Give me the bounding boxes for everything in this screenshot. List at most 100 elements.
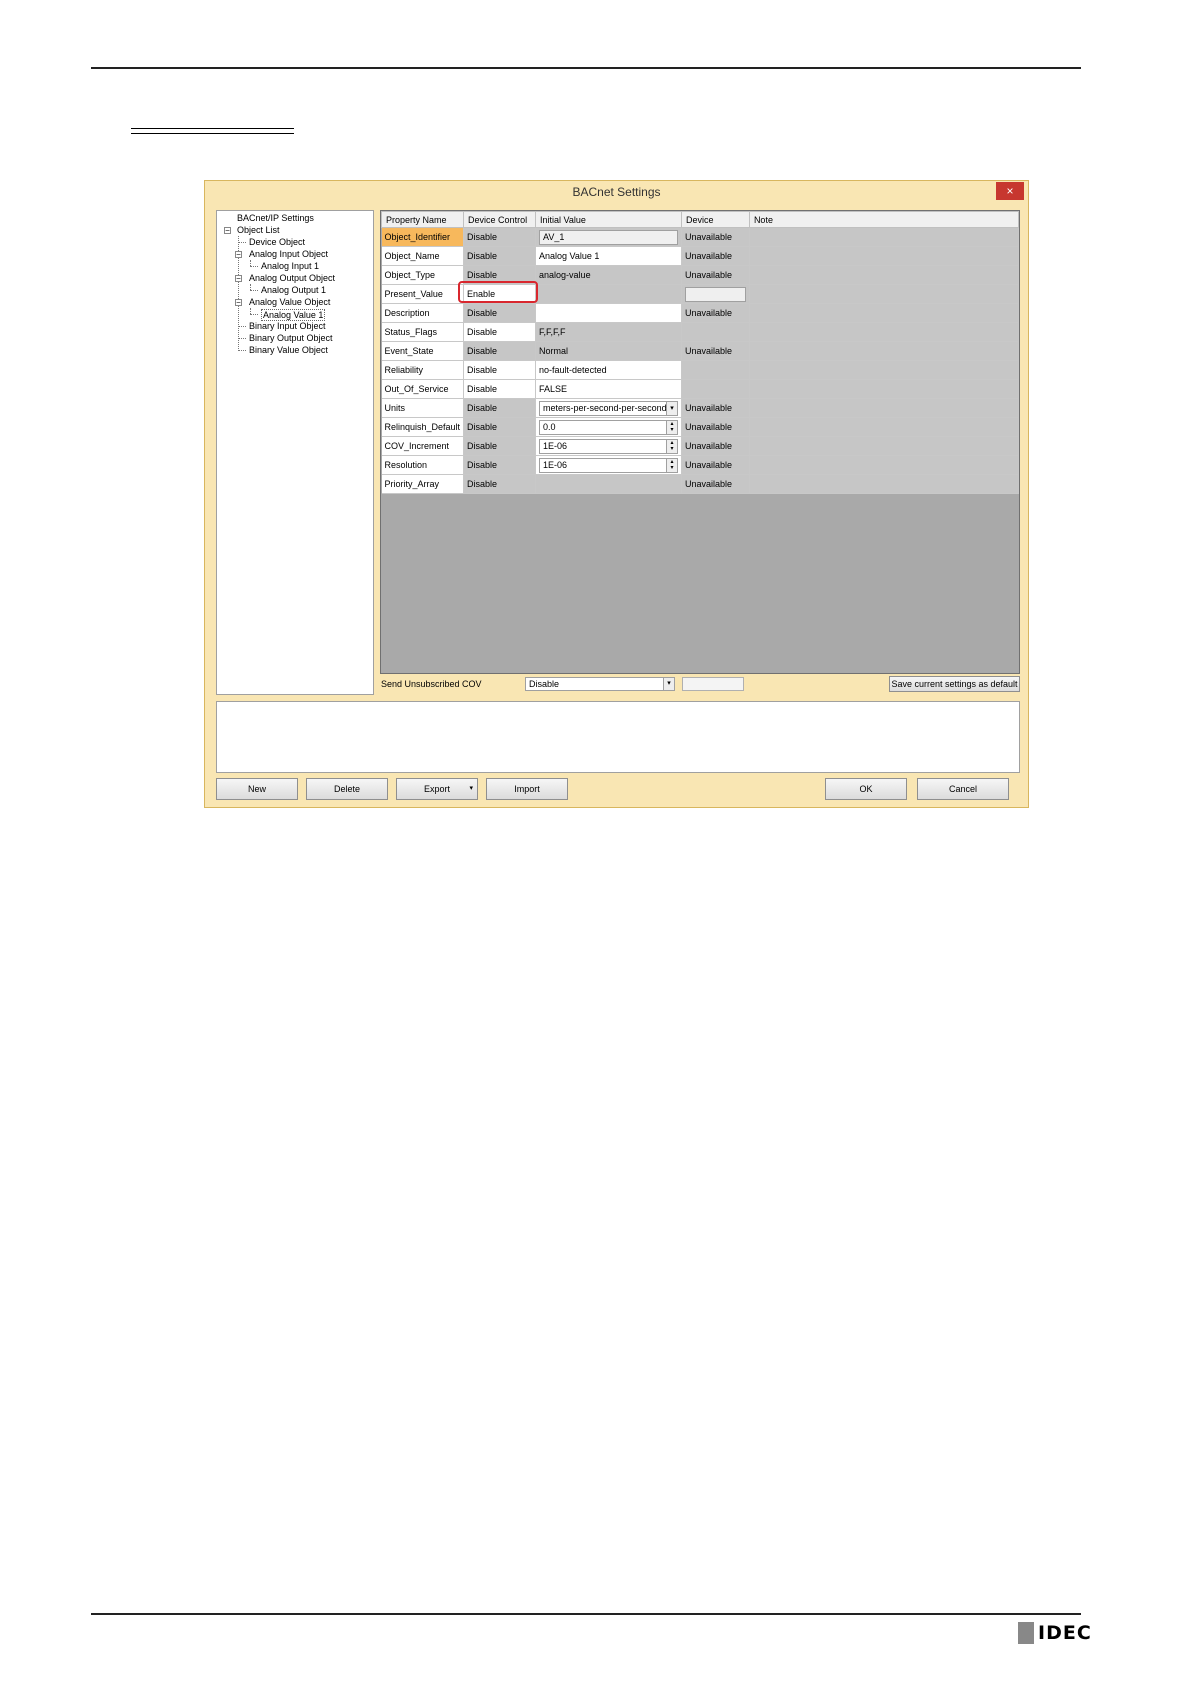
device-control-cell[interactable]: Disable [463,322,537,342]
device-control-cell[interactable]: Disable [463,455,537,475]
initial-value-cell[interactable]: FALSE [535,379,682,399]
header-device[interactable]: Device [681,211,750,228]
ok-button[interactable]: OK [825,778,907,800]
relinquish-default-stepper[interactable]: 0.0 ▴ ▾ [539,419,678,435]
initial-value-cell[interactable]: F,F,F,F [535,322,682,342]
chevron-down-icon[interactable]: ▾ [663,678,674,690]
collapse-icon[interactable]: − [224,227,231,235]
initial-value-cell[interactable]: meters-per-second-per-second ▾ [535,398,682,418]
tree-item-analog-value-object[interactable]: Analog Value Object [249,297,330,307]
device-cell[interactable] [681,284,750,304]
cov-value-field[interactable] [682,677,744,691]
initial-value-cell[interactable]: Analog Value 1 [535,246,682,266]
device-control-cell[interactable]: Disable [463,474,537,494]
property-name-cell[interactable]: Out_Of_Service [381,379,465,399]
tree-item-bacnet-ip-settings[interactable]: BACnet/IP Settings [237,213,314,223]
property-name-cell[interactable]: Priority_Array [381,474,465,494]
units-select[interactable]: meters-per-second-per-second ▾ [539,400,678,416]
tree-item-binary-input-object[interactable]: Binary Input Object [249,321,326,331]
device-control-cell[interactable]: Disable [463,246,537,266]
header-initial-value[interactable]: Initial Value [535,211,682,228]
note-cell[interactable] [749,360,1019,380]
initial-value-cell[interactable]: 1E-06 ▴ ▾ [535,436,682,456]
property-name-cell[interactable]: Units [381,398,465,418]
note-cell[interactable] [749,303,1019,323]
note-cell[interactable] [749,322,1019,342]
property-name-cell[interactable]: Resolution [381,455,465,475]
tree-item-analog-value-1[interactable]: Analog Value 1 [261,309,326,321]
tree-item-analog-output-object[interactable]: Analog Output Object [249,273,335,283]
device-control-cell[interactable]: Disable [463,360,537,380]
property-name-cell[interactable]: Relinquish_Default [381,417,465,437]
tree-item-analog-input-1[interactable]: Analog Input 1 [261,261,319,271]
chevron-down-icon[interactable]: ▾ [469,779,473,799]
tree-item-analog-input-object[interactable]: Analog Input Object [249,249,328,259]
chevron-down-icon[interactable]: ▾ [666,401,677,415]
device-input[interactable] [685,286,746,302]
device-control-cell[interactable]: Disable [463,341,537,361]
spin-down-icon[interactable]: ▾ [670,427,673,433]
property-name-cell[interactable]: Present_Value [381,284,465,304]
note-cell[interactable] [749,246,1019,266]
note-cell[interactable] [749,398,1019,418]
note-cell[interactable] [749,265,1019,285]
cancel-button[interactable]: Cancel [917,778,1009,800]
save-default-button[interactable]: Save current settings as default [889,676,1020,692]
initial-value-cell[interactable]: no-fault-detected [535,360,682,380]
device-control-cell[interactable]: Disable [463,379,537,399]
spin-arrows-icon[interactable]: ▴ ▾ [666,439,677,453]
device-control-cell[interactable]: Disable [463,417,537,437]
initial-value-cell[interactable]: analog-value [535,265,682,285]
property-name-cell[interactable]: COV_Increment [381,436,465,456]
initial-value-cell[interactable] [535,284,682,304]
header-property-name[interactable]: Property Name [381,211,465,228]
initial-value-cell[interactable]: AV_1 [535,227,682,247]
note-cell[interactable] [749,436,1019,456]
property-name-cell[interactable]: Event_State [381,341,465,361]
initial-value-cell[interactable]: Normal [535,341,682,361]
property-name-cell[interactable]: Object_Type [381,265,465,285]
device-control-cell[interactable]: Disable [463,303,537,323]
property-name-cell[interactable]: Reliability [381,360,465,380]
spin-arrows-icon[interactable]: ▴ ▾ [666,458,677,472]
device-control-cell[interactable]: Disable [463,436,537,456]
device-control-cell[interactable]: Disable [463,227,537,247]
initial-value-cell[interactable]: 1E-06 ▴ ▾ [535,455,682,475]
import-button[interactable]: Import [486,778,568,800]
spin-down-icon[interactable]: ▾ [670,446,673,452]
header-device-control[interactable]: Device Control [463,211,537,228]
initial-value-input[interactable]: AV_1 [539,229,678,245]
note-cell[interactable] [749,341,1019,361]
note-cell[interactable] [749,474,1019,494]
spin-arrows-icon[interactable]: ▴ ▾ [666,420,677,434]
spin-down-icon[interactable]: ▾ [670,465,673,471]
property-name-cell[interactable]: Object_Identifier [381,227,465,247]
note-cell[interactable] [749,227,1019,247]
property-name-cell[interactable]: Status_Flags [381,322,465,342]
tree-item-analog-output-1[interactable]: Analog Output 1 [261,285,326,295]
collapse-icon[interactable]: − [235,299,242,307]
note-cell[interactable] [749,379,1019,399]
property-name-cell[interactable]: Description [381,303,465,323]
tree-item-device-object[interactable]: Device Object [249,237,305,247]
header-note[interactable]: Note [748,211,1019,228]
note-cell[interactable] [749,417,1019,437]
send-unsubscribed-cov-select[interactable]: Disable ▾ [525,677,675,691]
note-cell[interactable] [749,455,1019,475]
new-button[interactable]: New [216,778,298,800]
note-cell[interactable] [749,284,1019,304]
export-button[interactable]: Export ▾ [396,778,478,800]
collapse-icon[interactable]: − [235,251,242,259]
tree-item-binary-value-object[interactable]: Binary Value Object [249,345,328,355]
close-button[interactable]: × [996,182,1024,200]
collapse-icon[interactable]: − [235,275,242,283]
tree-item-object-list[interactable]: Object List [237,225,280,235]
property-name-cell[interactable]: Object_Name [381,246,465,266]
device-control-cell[interactable]: Disable [463,398,537,418]
delete-button[interactable]: Delete [306,778,388,800]
cov-increment-stepper[interactable]: 1E-06 ▴ ▾ [539,438,678,454]
tree-item-binary-output-object[interactable]: Binary Output Object [249,333,333,343]
initial-value-cell[interactable] [535,303,682,323]
initial-value-cell[interactable] [535,474,682,494]
initial-value-cell[interactable]: 0.0 ▴ ▾ [535,417,682,437]
